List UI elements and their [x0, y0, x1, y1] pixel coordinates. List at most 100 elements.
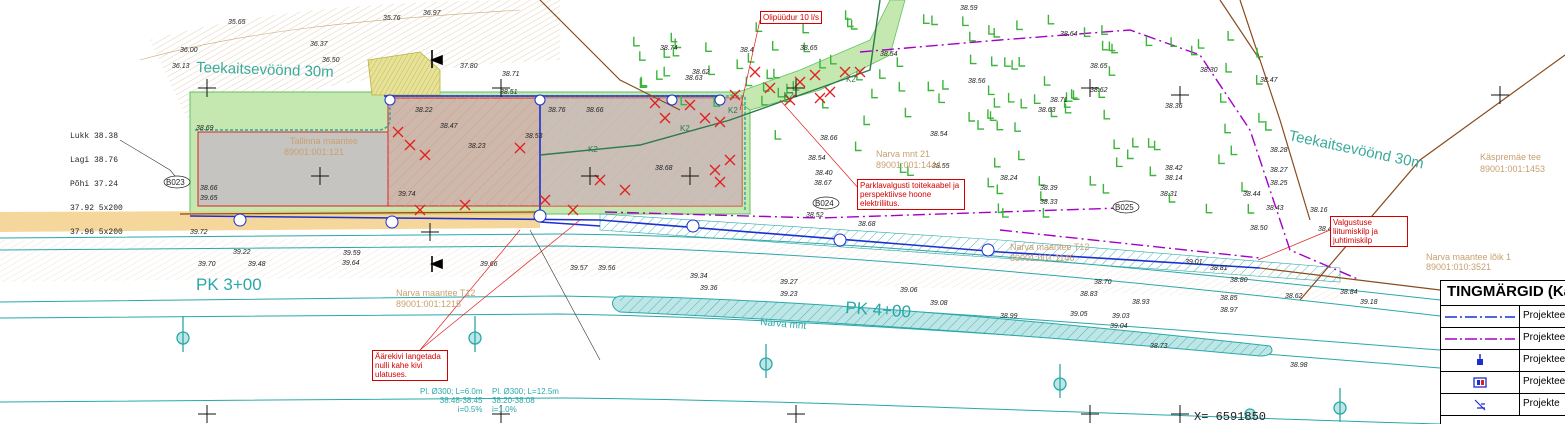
elevation-label: 38.16	[1310, 207, 1328, 214]
tree-symbol	[633, 36, 640, 47]
elevation-label: 38.66	[820, 135, 838, 142]
tree-symbol	[896, 57, 904, 67]
tree-symbol	[1103, 109, 1111, 120]
tree-symbol	[1038, 176, 1046, 186]
elevation-label: 39.70	[198, 261, 216, 268]
tree-symbol	[1197, 39, 1205, 49]
tree-symbol	[993, 97, 1001, 108]
elevation-label: 39.22	[233, 249, 251, 256]
elevation-label: 38.66	[586, 107, 604, 114]
elevation-label: 38.56	[968, 78, 986, 85]
elevation-label: 39.57	[570, 265, 589, 272]
elevation-label: 38.68	[858, 221, 876, 228]
elev-header-line: Lukk 38.38	[70, 132, 119, 141]
elevation-label: 39.74	[398, 191, 416, 198]
elevation-label: 37.80	[460, 63, 478, 70]
grid-cross	[1171, 405, 1189, 423]
elevation-label: 38.71	[1050, 97, 1068, 104]
tree-symbol	[1102, 183, 1110, 194]
tree-symbol	[639, 51, 646, 61]
tree-symbol	[1247, 204, 1255, 214]
elevation-label: 38.62	[1090, 87, 1108, 94]
tree-symbol	[879, 69, 886, 79]
elevation-label: 39.34	[690, 273, 708, 280]
tree-symbol	[969, 54, 977, 65]
elevation-label: 35.76	[383, 15, 401, 22]
elevation-label: 38.65	[1090, 63, 1108, 70]
tree-symbol	[996, 120, 1004, 131]
tree-symbol	[1224, 123, 1231, 134]
station-code: B024	[815, 199, 834, 208]
tree-symbol	[1016, 20, 1023, 31]
elevation-label: 38.53	[525, 133, 543, 140]
station-code: B025	[1115, 203, 1134, 212]
grid-cross	[787, 405, 805, 423]
elev-header-line: Põhi 37.24	[70, 180, 119, 189]
tree-symbol	[1258, 112, 1265, 123]
elev-header-line: Lagi 38.76	[70, 156, 119, 165]
tree-symbol	[1007, 92, 1015, 103]
elevation-label: 38.25	[1270, 180, 1288, 187]
tree-symbol	[989, 111, 997, 121]
grid-cross	[1491, 86, 1509, 104]
parcel-id: 89001:001:1146	[1010, 253, 1074, 263]
tree-symbol	[1132, 137, 1139, 148]
tree-symbol	[1018, 150, 1025, 161]
blue-dashdot-line-icon	[1441, 306, 1520, 327]
tree-symbol	[994, 157, 1001, 168]
elevation-label: 38.97	[1220, 307, 1239, 314]
elevation-label: 38.66	[200, 185, 218, 192]
parcel-name: Narva maantee T12	[396, 288, 475, 298]
tree-symbol	[1070, 89, 1078, 99]
elevation-label: 39.03	[1112, 313, 1130, 320]
tree-symbol	[962, 16, 969, 27]
elevation-label: 39.48	[248, 261, 266, 268]
legend-label: Projekte	[1523, 398, 1560, 409]
elevation-label: 38.84	[1340, 289, 1358, 296]
tree-symbol	[1033, 94, 1041, 104]
tree-symbol	[938, 93, 945, 104]
tree-symbol	[1020, 98, 1028, 109]
structure-elevations: Lukk 38.38 Lagi 38.76 Põhi 37.24 37.92 5…	[70, 117, 123, 253]
elevation-label: 38.52	[806, 212, 824, 219]
elevation-label: 38.93	[1132, 299, 1150, 306]
tree-symbol	[863, 115, 871, 126]
tree-symbol	[663, 66, 671, 77]
elevation-label: 38.70	[1094, 279, 1112, 286]
grid-cross	[1081, 405, 1099, 423]
elevation-label: 38.98	[1290, 362, 1308, 369]
purple-dashdot-line-icon	[1441, 328, 1520, 349]
elevation-label: 38.83	[1080, 291, 1098, 298]
grid-cross	[1171, 86, 1189, 104]
tree-symbol	[844, 10, 852, 20]
elevation-label: 38.73	[1150, 343, 1168, 350]
zone-label-2: Teekaitsevöönd 30m	[1287, 127, 1425, 172]
elevation-label: 38.54	[808, 155, 826, 162]
removal-mark	[814, 92, 826, 104]
elevation-label: 38.27	[1270, 167, 1289, 174]
callout-oil-separator: Olipüüdur 10 l/s	[760, 11, 823, 24]
pipe-note-1: Pl. Ø300; L=6.0m 38.48-38.45 i=0.5%	[420, 387, 483, 414]
legend-row: Projektee	[1441, 328, 1565, 350]
tree-symbol	[1043, 76, 1051, 86]
tree-symbol	[822, 98, 829, 109]
callout-parking-light-cable: Parklavalgusti toitekaabel ja perspektii…	[857, 179, 965, 210]
tree-symbol	[1042, 208, 1050, 218]
parcel-name: Tallinna maantee	[290, 136, 358, 146]
legend-panel: TINGMÄRGID (Ka Projektee Projektee Proje…	[1440, 280, 1565, 424]
hydrant-icon	[1441, 350, 1520, 371]
elevation-label: 39.04	[1110, 323, 1128, 330]
legend-row: Projekte	[1441, 394, 1565, 416]
elevation-label: 38.71	[502, 71, 520, 78]
cable-label: K2	[846, 75, 856, 84]
elevation-label: 38.76	[548, 107, 566, 114]
tree-symbol	[1127, 149, 1134, 160]
tree-symbol	[1108, 66, 1116, 76]
elevation-label: 38.47	[440, 123, 459, 130]
tree-symbol	[1011, 60, 1019, 70]
parcel-name: Narva maantee lõik 1	[1426, 252, 1511, 262]
elevation-label: 39.56	[598, 265, 616, 272]
removal-mark	[749, 66, 761, 78]
elevation-label: 39.01	[1185, 259, 1203, 266]
tree-symbol	[850, 20, 858, 30]
